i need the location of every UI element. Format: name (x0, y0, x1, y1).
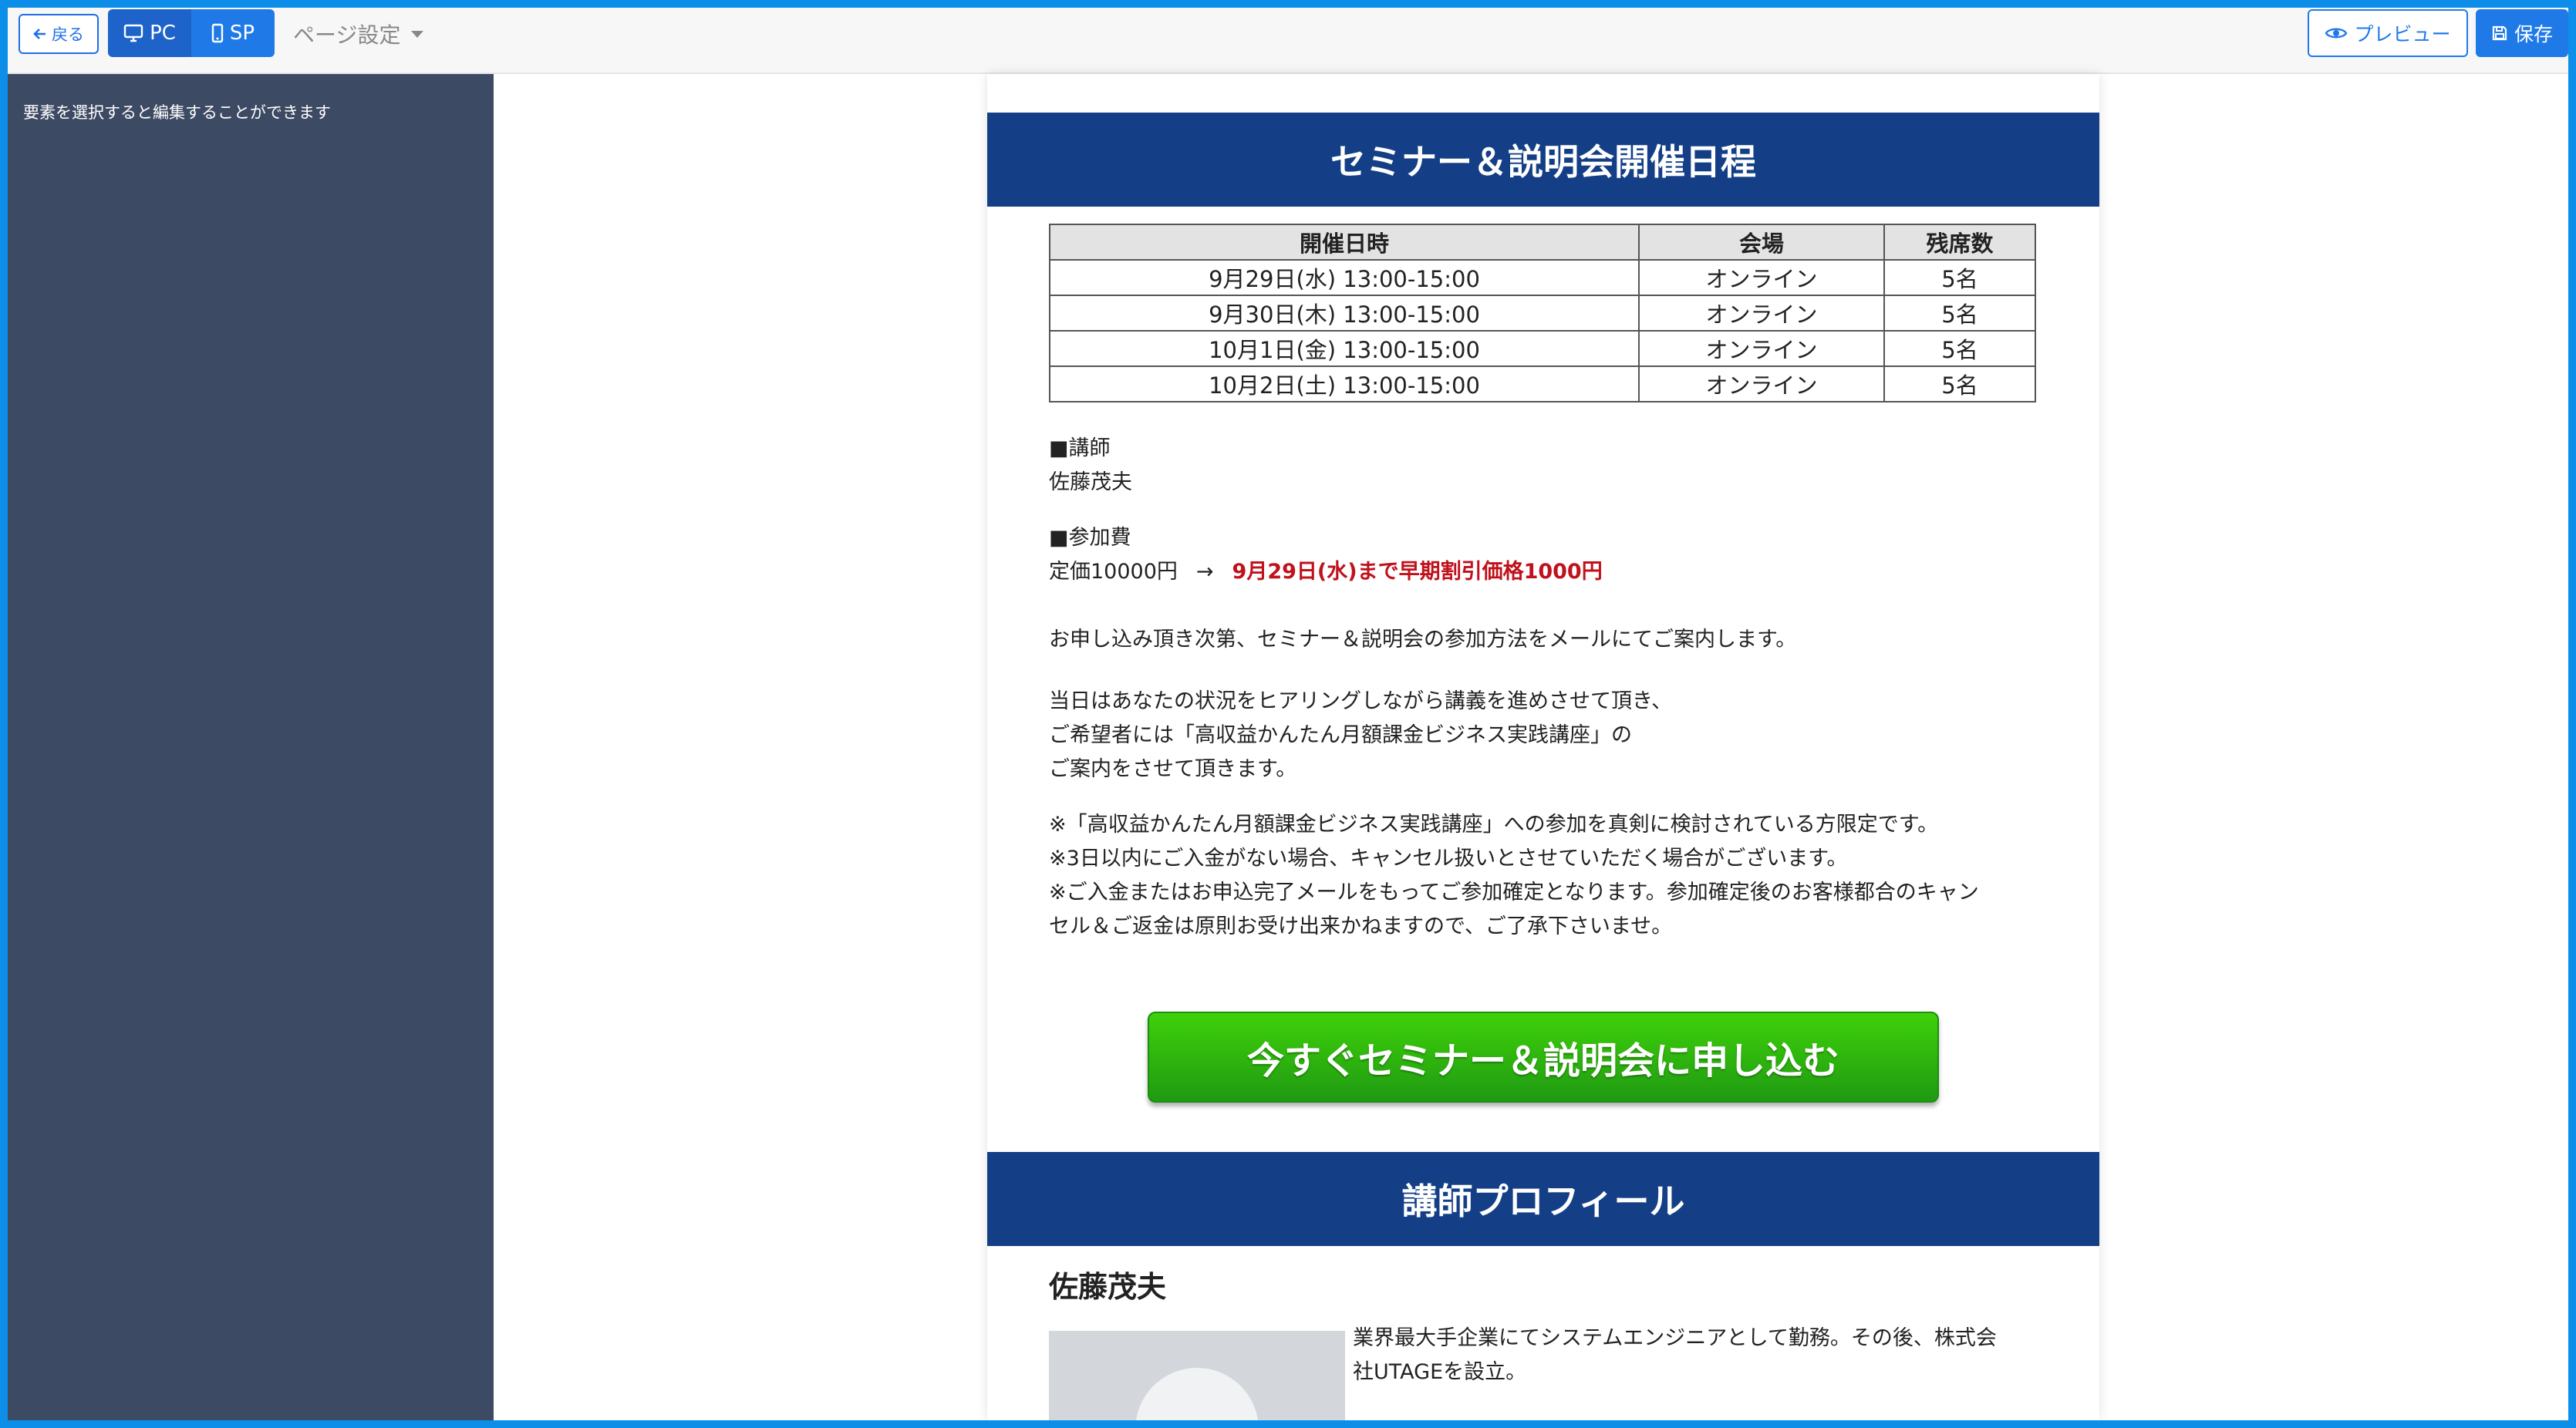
fee-regular: 定価10000円 (1049, 560, 1178, 584)
table-row: 10月2日(土) 13:00-15:00 オンライン 5名 (1049, 365, 2036, 402)
cell-seats: 5名 (1883, 259, 2036, 296)
cell-venue: オンライン (1638, 330, 1885, 367)
text-line: ご希望者には「高収益かんたん月額課金ビジネス実践講座」の (1049, 723, 1632, 747)
text-line: 当日はあなたの状況をヒアリングしながら講義を進めさせて頂き、 (1049, 689, 1673, 713)
arrow-right-icon: → (1195, 560, 1214, 584)
notes-block[interactable]: ※「高収益かんたん月額課金ビジネス実践講座」への参加を真剣に検討されている方限定… (1049, 808, 1979, 944)
device-toggle: PC SP (108, 9, 275, 57)
sidebar-hint: 要素を選択すると編集することができます (23, 103, 331, 122)
editor-canvas: セミナー＆説明会開催日程 開催日時 会場 残席数 9月29日(水) 13:00-… (494, 74, 2568, 1420)
editor-sidebar: 要素を選択すると編集することができます (8, 74, 494, 1420)
column-header-seats: 残席数 (1883, 224, 2036, 261)
profile-photo-placeholder[interactable] (1049, 1331, 1345, 1420)
lecturer-block[interactable]: ■講師 佐藤茂夫 (1049, 432, 1132, 500)
pc-view-button[interactable]: PC (108, 9, 191, 57)
cell-datetime: 10月1日(金) 13:00-15:00 (1049, 330, 1640, 367)
save-icon (2492, 25, 2507, 41)
pc-view-label: PC (150, 22, 176, 45)
table-row: 10月1日(金) 13:00-15:00 オンライン 5名 (1049, 330, 2036, 367)
text-line: ご案内をさせて頂きます。 (1049, 757, 1297, 781)
cell-venue: オンライン (1638, 365, 1885, 402)
avatar-icon (1135, 1368, 1259, 1420)
profile-heading[interactable]: 講師プロフィール (987, 1152, 2099, 1246)
cell-venue: オンライン (1638, 295, 1885, 332)
text-line: ※3日以内にご入金がない場合、キャンセル扱いとさせていただく場合がございます。 (1049, 847, 1848, 871)
back-button-label: 戻る (52, 25, 84, 44)
text-line: 業界最大手企業にてシステムエンジニアとして勤務。その後、株式会 (1353, 1326, 1997, 1350)
preview-button-label: プレビュー (2354, 23, 2451, 45)
mobile-icon (211, 23, 224, 43)
cell-datetime: 9月30日(木) 13:00-15:00 (1049, 295, 1640, 332)
save-button[interactable]: 保存 (2476, 9, 2568, 57)
column-header-venue: 会場 (1638, 224, 1885, 261)
arrow-left-icon (33, 29, 46, 39)
day-description[interactable]: 当日はあなたの状況をヒアリングしながら講義を進めさせて頂き、 ご希望者には「高収… (1049, 685, 1672, 786)
lecturer-name: 佐藤茂夫 (1049, 470, 1132, 494)
cell-seats: 5名 (1883, 330, 2036, 367)
column-header-datetime: 開催日時 (1049, 224, 1640, 261)
fee-label: ■参加費 (1049, 526, 1131, 550)
cell-seats: 5名 (1883, 365, 2036, 402)
cell-datetime: 10月2日(土) 13:00-15:00 (1049, 365, 1640, 402)
table-row: 9月30日(木) 13:00-15:00 オンライン 5名 (1049, 295, 2036, 332)
lecturer-label: ■講師 (1049, 436, 1111, 460)
eye-icon (2325, 28, 2348, 39)
editor-toolbar: 戻る PC SP ページ設定 プレビュー 保存 (8, 8, 2568, 74)
app-window: 戻る PC SP ページ設定 プレビュー 保存 要素を選択すると編集することがで… (8, 8, 2568, 1420)
back-button[interactable]: 戻る (19, 14, 99, 54)
cell-seats: 5名 (1883, 295, 2036, 332)
text-line: セル＆ご返金は原則お受け出来かねますので、ご了承下さいませ。 (1049, 914, 1673, 938)
text-line: ※ご入金またはお申込完了メールをもってご参加確定となります。参加確定後のお客様都… (1049, 881, 1979, 904)
schedule-heading[interactable]: セミナー＆説明会開催日程 (987, 113, 2099, 207)
preview-button[interactable]: プレビュー (2308, 9, 2468, 57)
profile-name[interactable]: 佐藤茂夫 (1049, 1263, 1166, 1305)
sp-view-button[interactable]: SP (191, 9, 275, 57)
page-settings-label: ページ設定 (293, 22, 401, 48)
cell-venue: オンライン (1638, 259, 1885, 296)
save-button-label: 保存 (2514, 23, 2553, 45)
page-settings-dropdown[interactable]: ページ設定 (293, 19, 424, 49)
page-preview[interactable]: セミナー＆説明会開催日程 開催日時 会場 残席数 9月29日(水) 13:00-… (987, 74, 2099, 1420)
fee-early-discount: 9月29日(水)まで早期割引価格1000円 (1232, 560, 1603, 584)
text-line: 社UTAGEを設立。 (1353, 1360, 1527, 1384)
text-line: ※「高収益かんたん月額課金ビジネス実践講座」への参加を真剣に検討されている方限定… (1049, 813, 1939, 837)
caret-down-icon (411, 30, 424, 38)
apply-note[interactable]: お申し込み頂き次第、セミナー＆説明会の参加方法をメールにてご案内します。 (1049, 623, 1796, 657)
table-row: 9月29日(水) 13:00-15:00 オンライン 5名 (1049, 259, 2036, 296)
apply-now-button[interactable]: 今すぐセミナー＆説明会に申し込む (1148, 1012, 1939, 1103)
profile-bio[interactable]: 業界最大手企業にてシステムエンジニアとして勤務。その後、株式会 社UTAGEを設… (1353, 1322, 2047, 1389)
schedule-table[interactable]: 開催日時 会場 残席数 9月29日(水) 13:00-15:00 オンライン 5… (1049, 224, 2036, 402)
cell-datetime: 9月29日(水) 13:00-15:00 (1049, 259, 1640, 296)
sp-view-label: SP (229, 22, 255, 45)
desktop-icon (123, 24, 143, 42)
fee-block[interactable]: ■参加費 定価10000円 → 9月29日(水)まで早期割引価格1000円 (1049, 521, 1603, 589)
table-header-row: 開催日時 会場 残席数 (1049, 224, 2036, 261)
